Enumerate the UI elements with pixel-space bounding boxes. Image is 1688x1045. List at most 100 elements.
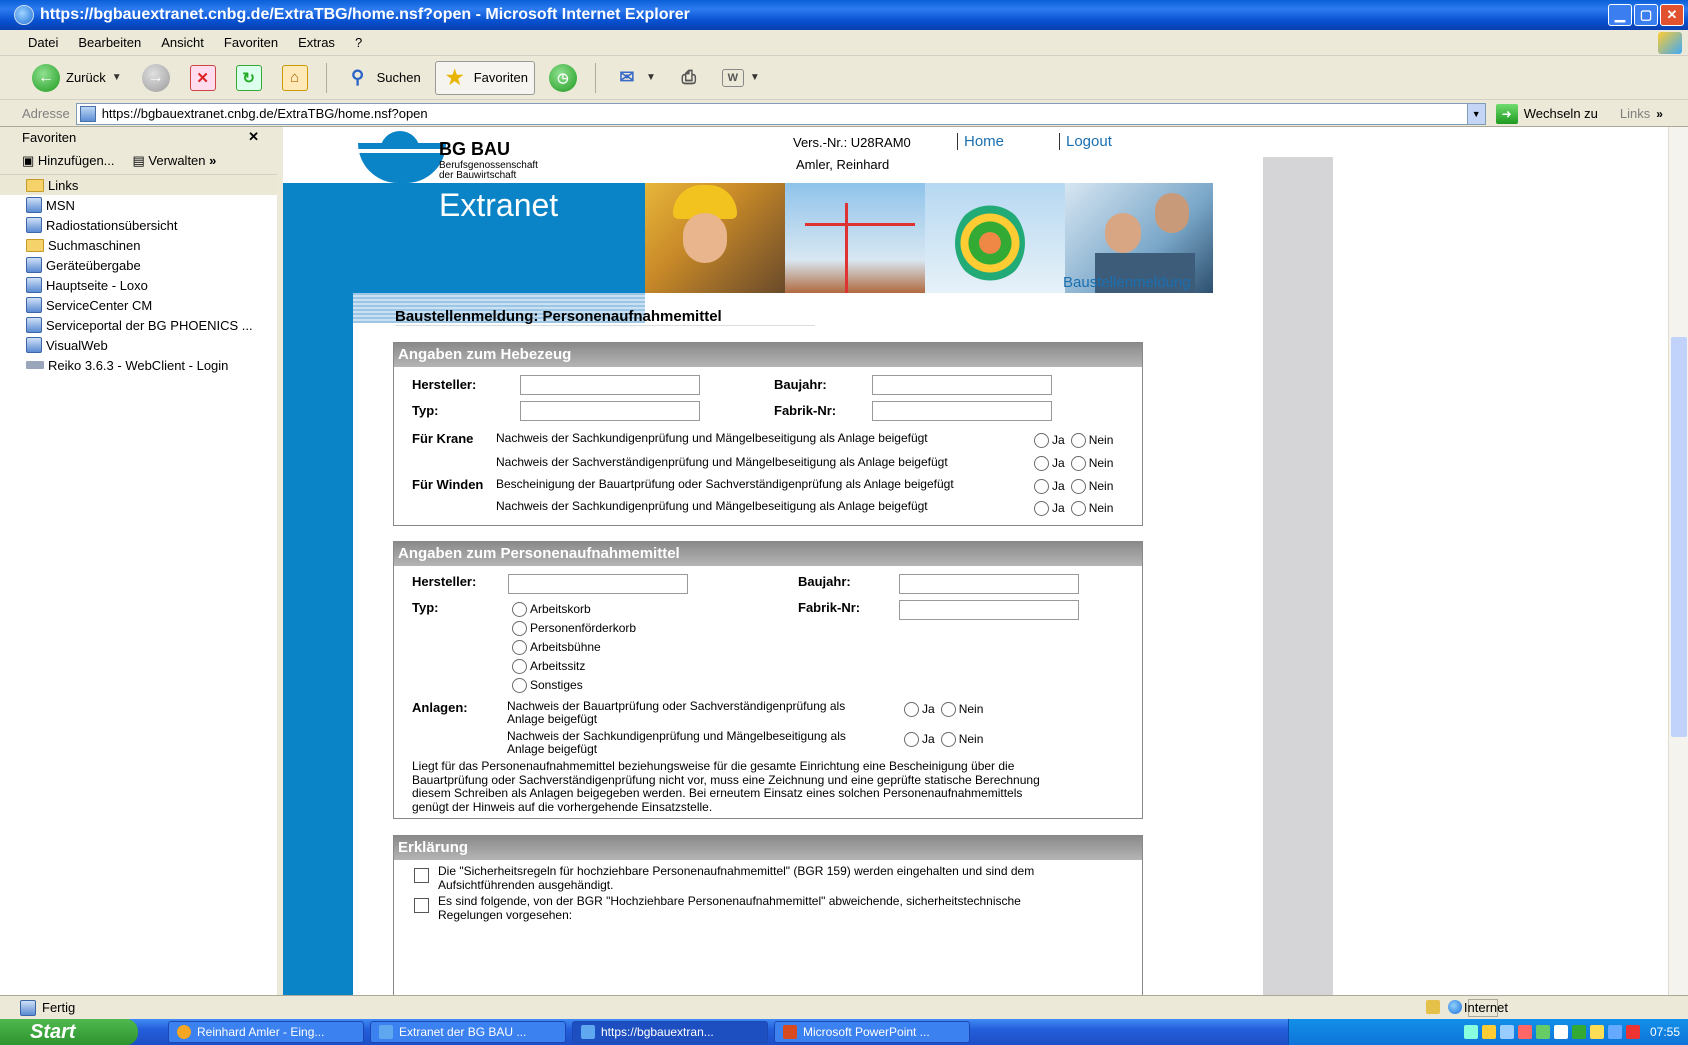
ja-radio[interactable]: Ja	[904, 702, 935, 718]
chevron-double-right-icon[interactable]: »	[1656, 107, 1663, 121]
favorites-item[interactable]: MSN	[0, 195, 277, 215]
favorites-item[interactable]: VisualWeb	[0, 335, 277, 355]
hebezeug-hersteller-input[interactable]	[520, 375, 700, 395]
edit-button[interactable]: W ▼	[716, 61, 766, 95]
minimize-button[interactable]: ▁	[1608, 4, 1632, 26]
tray-icon[interactable]	[1517, 1025, 1532, 1039]
typ-arbeitskorb-radio[interactable]: Arbeitskorb	[512, 602, 591, 618]
menu-favoriten[interactable]: Favoriten	[224, 35, 278, 50]
breadcrumb[interactable]: Baustellenmeldung	[1063, 274, 1191, 291]
taskbar-item-powerpoint[interactable]: Microsoft PowerPoint ...	[774, 1021, 970, 1043]
address-input[interactable]: https://bgbauextranet.cnbg.de/ExtraTBG/h…	[75, 102, 1486, 125]
nein-radio[interactable]: Nein	[940, 702, 983, 718]
menu-bearbeiten[interactable]: Bearbeiten	[78, 35, 141, 50]
close-button[interactable]: ✕	[1660, 4, 1684, 26]
start-button[interactable]: Start	[0, 1019, 138, 1045]
back-button[interactable]: ← Zurück ▼	[26, 61, 128, 95]
tray-icon[interactable]	[1607, 1025, 1622, 1039]
go-arrow-icon[interactable]: ➜	[1495, 103, 1518, 124]
folder-icon	[26, 238, 44, 252]
favorites-item[interactable]: Hauptseite - Loxo	[0, 275, 277, 295]
favorites-item[interactable]: Links	[0, 175, 277, 195]
tray-icon[interactable]	[1571, 1025, 1586, 1039]
ie-icon	[14, 5, 34, 25]
add-favorite-button[interactable]: ▣ Hinzufügen...	[22, 153, 115, 169]
print-button[interactable]: ⎙	[670, 61, 708, 95]
chevron-down-icon[interactable]: ▼	[1466, 103, 1485, 124]
menu-datei[interactable]: Datei	[28, 35, 58, 50]
favorites-item[interactable]: Geräteübergabe	[0, 255, 277, 275]
favorites-item[interactable]: Reiko 3.6.3 - WebClient - Login	[0, 355, 277, 375]
scrollbar-thumb[interactable]	[1671, 337, 1687, 737]
abweichende-regelungen-text: Es sind folgende, von der BGR "Hochziehb…	[438, 894, 1021, 922]
vertical-scrollbar[interactable]	[1668, 127, 1688, 995]
menu-extras[interactable]: Extras	[298, 35, 335, 50]
history-button[interactable]: ◷	[543, 61, 583, 95]
tray-icon[interactable]	[1499, 1025, 1514, 1039]
status-text: Fertig	[42, 1000, 76, 1015]
taskbar-item-outlook[interactable]: Reinhard Amler - Eing...	[168, 1021, 364, 1043]
favorites-item[interactable]: Radiostationsübersicht	[0, 215, 277, 235]
chevron-down-icon: ▼	[749, 72, 760, 83]
close-icon[interactable]: ✕	[248, 129, 259, 145]
favorites-item[interactable]: Suchmaschinen	[0, 235, 277, 255]
home-link[interactable]: Home	[957, 133, 1004, 150]
search-icon: ⚲	[351, 67, 365, 87]
pam-hersteller-input[interactable]	[508, 574, 688, 594]
typ-arbeitssitz-radio[interactable]: Arbeitssitz	[512, 659, 585, 675]
maximize-button[interactable]: ▢	[1634, 4, 1658, 26]
refresh-button[interactable]: ↻	[230, 61, 268, 95]
menu-ansicht[interactable]: Ansicht	[161, 35, 204, 50]
hersteller-label: Hersteller:	[412, 377, 477, 392]
logout-link[interactable]: Logout	[1059, 133, 1112, 150]
nein-radio[interactable]: Nein	[1070, 456, 1113, 472]
nein-radio[interactable]: Nein	[1070, 433, 1113, 449]
typ-arbeitsbuehne-radio[interactable]: Arbeitsbühne	[512, 640, 601, 656]
ja-radio[interactable]: Ja	[904, 732, 935, 748]
mail-button[interactable]: ✉ ▼	[608, 61, 662, 95]
nein-radio[interactable]: Nein	[1070, 479, 1113, 495]
forward-button[interactable]: →	[136, 61, 176, 95]
links-label[interactable]: Links	[1620, 106, 1650, 121]
tray-icon[interactable]	[1625, 1025, 1640, 1039]
ja-radio[interactable]: Ja	[1034, 501, 1065, 517]
abweichende-regelungen-checkbox[interactable]	[414, 898, 429, 913]
brand-subtitle: Berufsgenossenschaft der Bauwirtschaft	[439, 160, 538, 181]
tray-icon[interactable]	[1553, 1025, 1568, 1039]
nein-radio[interactable]: Nein	[1070, 501, 1113, 517]
title-bar: https://bgbauextranet.cnbg.de/ExtraTBG/h…	[0, 0, 1688, 30]
tray-icon[interactable]	[1589, 1025, 1604, 1039]
favorites-item[interactable]: Serviceportal der BG PHOENICS ...	[0, 315, 277, 335]
typ-personenfoerderkorb-radio[interactable]: Personenförderkorb	[512, 621, 636, 637]
pam-baujahr-input[interactable]	[899, 574, 1079, 594]
favorites-button[interactable]: ★ Favoriten	[434, 60, 535, 95]
ja-radio[interactable]: Ja	[1034, 456, 1065, 472]
search-button[interactable]: ⚲ Suchen	[339, 61, 427, 95]
hebezeug-typ-input[interactable]	[520, 401, 700, 421]
page-viewport: BG BAU Berufsgenossenschaft der Bauwirtsc…	[283, 127, 1688, 995]
bgr159-checkbox[interactable]	[414, 868, 429, 883]
nein-radio[interactable]: Nein	[940, 732, 983, 748]
typ-sonstiges-radio[interactable]: Sonstiges	[512, 678, 583, 694]
manage-favorites-button[interactable]: ▤ Verwalten »	[133, 153, 217, 169]
stop-button[interactable]: ✕	[184, 61, 222, 95]
stop-icon: ✕	[189, 64, 216, 91]
favorites-item[interactable]: ServiceCenter CM	[0, 295, 277, 315]
menu-help[interactable]: ?	[355, 35, 362, 50]
ja-radio[interactable]: Ja	[1034, 479, 1065, 495]
section-heading: Erklärung	[394, 836, 1142, 860]
fuer-krane-label: Für Krane	[412, 431, 474, 446]
bg-bau-logo	[358, 131, 448, 183]
ja-radio[interactable]: Ja	[1034, 433, 1065, 449]
home-button[interactable]: ⌂	[276, 61, 314, 95]
tray-icon[interactable]	[1481, 1025, 1496, 1039]
taskbar-item-extranet[interactable]: Extranet der BG BAU ...	[370, 1021, 566, 1043]
tray-icon[interactable]	[1535, 1025, 1550, 1039]
outlook-icon	[177, 1025, 191, 1039]
tray-icon[interactable]	[1463, 1025, 1478, 1039]
hebezeug-fabrik-input[interactable]	[872, 401, 1052, 421]
go-button[interactable]: Wechseln zu	[1524, 106, 1598, 121]
pam-fabrik-input[interactable]	[899, 600, 1079, 620]
taskbar-item-ie-active[interactable]: https://bgbauextran...	[572, 1021, 768, 1043]
hebezeug-baujahr-input[interactable]	[872, 375, 1052, 395]
